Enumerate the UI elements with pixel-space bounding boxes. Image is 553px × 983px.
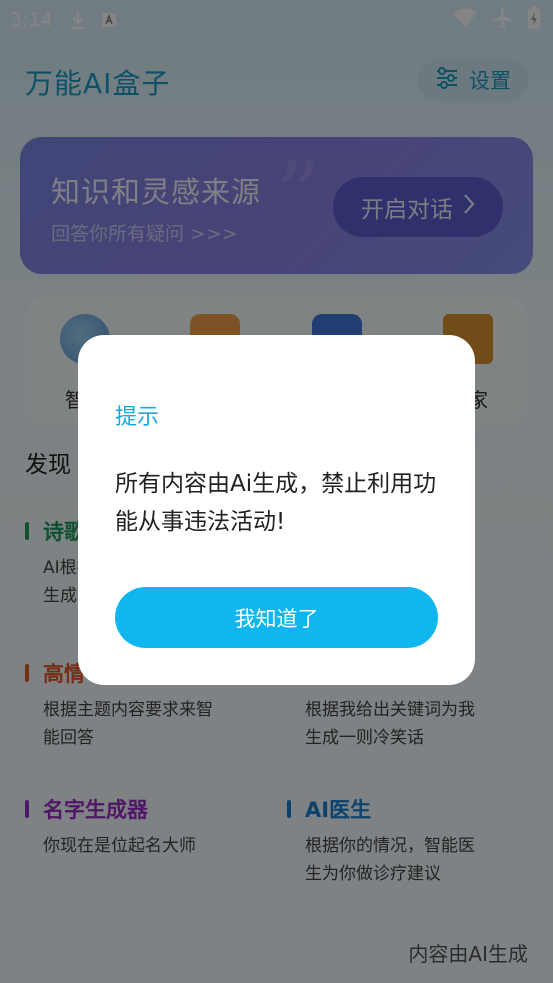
notice-dialog: 提示 所有内容由Ai生成，禁止利用功能从事违法活动! 我知道了 <box>78 335 475 685</box>
dialog-title: 提示 <box>115 405 160 430</box>
acknowledge-button[interactable]: 我知道了 <box>115 587 438 648</box>
dialog-message: 所有内容由Ai生成，禁止利用功能从事违法活动! <box>115 471 437 535</box>
